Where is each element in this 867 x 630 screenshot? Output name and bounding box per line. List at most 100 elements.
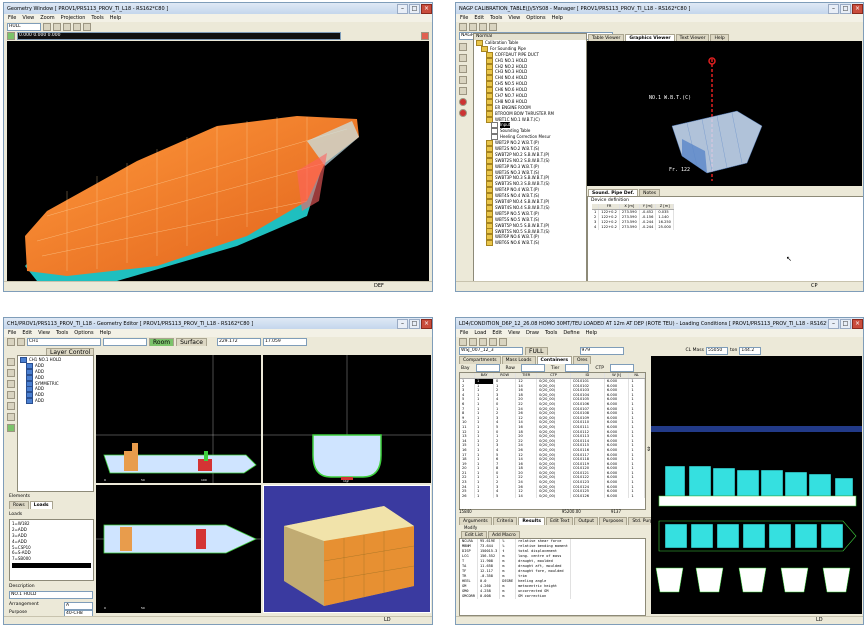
tab-result[interactable]: Edit Text [546,517,574,525]
rotate-icon[interactable] [63,22,71,31]
tool-icon[interactable] [459,54,467,62]
menu-tools[interactable]: Tools [490,15,502,21]
cl-mass-field[interactable]: 55050 [705,346,728,355]
result-row[interactable]: GMCORR 0.008 m GM correction [460,594,571,599]
graphics-viewer[interactable]: NO.1 W.B.T.(C) Fr. 122 [587,41,862,186]
up-icon[interactable] [489,22,497,31]
tool-icon[interactable] [459,76,467,84]
menu-view[interactable]: View [508,15,520,21]
arrangement-field[interactable]: A [64,602,93,610]
menu-edit[interactable]: Edit [474,15,484,21]
coord-x-field[interactable]: 229.172 [216,337,261,346]
tab-result[interactable]: Purposes [598,517,628,525]
open-icon[interactable] [469,22,477,31]
save-icon[interactable] [479,337,487,346]
close-icon[interactable]: × [852,318,863,329]
close-icon[interactable]: × [421,318,432,329]
coord-y-field[interactable]: 17.059 [262,337,307,346]
save-icon[interactable] [479,22,487,31]
menu-file[interactable]: File [8,15,16,21]
open-icon[interactable] [469,337,477,346]
profile-viewport[interactable]: 0 50 100 [96,355,261,483]
close-icon[interactable]: × [852,3,863,14]
tab-loads[interactable]: Loads [29,501,53,509]
table-row[interactable]: 26 1 5 14 0(20_00) C010126 6.000 1 [460,493,645,499]
menu-view[interactable]: View [38,330,50,336]
tab-mass-loads[interactable]: Mass Loads [501,356,536,364]
new-icon[interactable] [459,22,467,31]
menu-file[interactable]: File [460,330,468,336]
tool-icon[interactable] [7,369,15,377]
tab-result[interactable]: Results [518,517,546,525]
menu-draw[interactable]: Draw [526,330,539,336]
full-button[interactable]: FULL [525,346,548,355]
run-icon[interactable] [489,337,497,346]
plan-viewport[interactable]: 0 50 [96,485,261,613]
layer-item[interactable]: ADD [20,398,91,405]
menu-file[interactable]: File [460,15,468,21]
description-field[interactable]: NO.1 HOLD [9,591,93,599]
tool-icon[interactable] [7,358,15,366]
menu-view[interactable]: View [22,15,34,21]
menu-tools[interactable]: Tools [545,330,557,336]
sub-combo[interactable] [103,337,147,346]
tool-icon[interactable] [459,65,467,73]
tab-result[interactable]: Arguments [459,517,492,525]
tab-compartments[interactable]: Compartments [459,356,501,364]
tool-icon[interactable] [7,380,15,388]
tool-icon[interactable] [7,424,15,432]
maximize-icon[interactable]: □ [409,318,420,329]
menu-edit[interactable]: Edit [22,330,32,336]
menu-file[interactable]: File [8,330,16,336]
object-combo[interactable]: CH1 [27,337,101,346]
save-icon[interactable] [17,337,25,346]
loading-window-titlebar[interactable]: LD4/CONDITION_D6P_12_26.08 HOMO 30MT/TEU… [456,318,863,329]
menu-view[interactable]: View [508,330,520,336]
filter-row[interactable] [520,364,545,372]
cl-mass-extra-field[interactable]: 144.2 [739,346,762,355]
cancel-icon[interactable] [421,31,429,40]
menu-zoom[interactable]: Zoom [40,15,54,21]
maximize-icon[interactable]: □ [840,318,851,329]
tab-rows[interactable]: Rows [9,501,29,509]
geometry-window-titlebar[interactable]: Geometry Window [ PROV1/PRS113_PROV_TI_L… [4,3,432,14]
tool-icon[interactable] [459,87,467,95]
filter-ctp[interactable] [609,364,634,372]
maximize-icon[interactable]: □ [409,3,420,14]
coord-field[interactable]: 0.000 0.000 0.000 [17,31,341,40]
minimize-icon[interactable]: – [397,3,408,14]
menu-define[interactable]: Define [563,330,579,336]
menu-help[interactable]: Help [110,15,121,21]
pan-icon[interactable] [73,22,81,31]
menu-help[interactable]: Help [552,15,563,21]
minimize-icon[interactable]: – [828,3,839,14]
filter-tier[interactable] [565,364,590,372]
object-combo[interactable]: HULL [7,22,41,31]
menu-options[interactable]: Options [74,330,93,336]
tool-icon[interactable] [7,402,15,410]
tab-result[interactable]: Output [574,517,598,525]
menu-options[interactable]: Options [526,15,545,21]
zoom-icon[interactable] [53,22,61,31]
tool-icon[interactable] [459,109,467,117]
filter-bay[interactable] [475,364,500,372]
manager-window-titlebar[interactable]: NAGP CALIBRATION_TABLE(J)/SYS08 - Manage… [456,3,863,14]
minimize-icon[interactable]: – [828,318,839,329]
surface-button[interactable]: Surface [176,337,207,346]
menu-edit[interactable]: Edit [492,330,502,336]
menu-projection[interactable]: Projection [61,15,86,21]
tool-icon[interactable] [7,391,15,399]
menu-help[interactable]: Help [100,330,111,336]
chart-icon[interactable] [499,337,507,346]
condition-combo[interactable]: WSJ_007_12_3 [459,346,523,355]
tool-icon[interactable] [459,98,467,106]
tool-icon[interactable] [7,413,15,421]
table-row[interactable]: 4 122+0.2 273.590 -0.244 25.000 [592,225,674,230]
geometry-editor-titlebar[interactable]: CH1/PROV1/PRS113_PROV_TI_L18 - Geometry … [4,318,432,329]
tool-icon[interactable] [459,43,467,51]
close-icon[interactable]: × [421,3,432,14]
room-button[interactable]: Room [149,337,175,346]
menu-load[interactable]: Load [474,330,486,336]
check-icon[interactable] [7,31,15,40]
pointer-icon[interactable] [43,22,51,31]
